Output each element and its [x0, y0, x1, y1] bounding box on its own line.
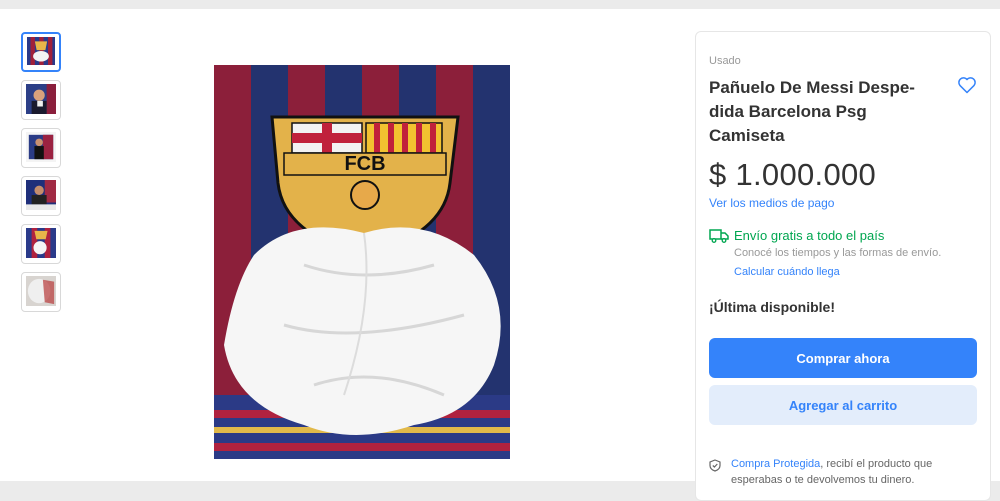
stock-status: ¡Última disponible! [709, 299, 835, 315]
truck-icon [709, 229, 729, 243]
favorite-heart-icon[interactable] [957, 75, 977, 95]
add-to-cart-button[interactable]: Agregar al carrito [709, 385, 977, 425]
tissue-closeup-photo-icon [26, 276, 56, 306]
product-title: Pañuelo De Messi Despe- dida Barcelona P… [709, 76, 934, 148]
payment-methods-link[interactable]: Ver los medios de pago [709, 196, 834, 210]
thumbnail-1[interactable] [21, 32, 61, 72]
item-condition: Usado [709, 55, 741, 67]
product-page: FCB S Usado Pañuelo De Messi Despe- dida… [0, 9, 1000, 501]
thumbnail-2[interactable] [21, 80, 61, 120]
title-line-2: dida Barcelona Psg [709, 102, 867, 121]
messi-podium-photo-icon [26, 132, 56, 162]
title-line-1: Pañuelo De Messi Despe- [709, 78, 915, 97]
free-shipping-text: Envío gratis a todo el país [734, 228, 885, 243]
messi-crying-photo-icon [26, 84, 56, 114]
crest-text: FCB [344, 153, 385, 175]
thumbnail-6[interactable] [21, 272, 61, 312]
messi-press-photo-icon [26, 180, 56, 210]
buy-now-button[interactable]: Comprar ahora [709, 338, 977, 378]
thumbnail-3[interactable] [21, 128, 61, 168]
buy-box: Usado Pañuelo De Messi Despe- dida Barce… [695, 31, 991, 501]
protected-purchase-link[interactable]: Compra Protegida [731, 458, 820, 470]
scarf-closeup-photo-icon [26, 228, 56, 258]
purchase-protection-text: Compra Protegida, recibí el producto que… [731, 456, 971, 488]
shipping-description: Conocé los tiempos y las formas de envío… [734, 247, 942, 259]
shield-icon [709, 459, 721, 472]
thumbnail-5[interactable] [21, 224, 61, 264]
calculate-delivery-link[interactable]: Calcular cuándo llega [734, 266, 840, 278]
thumbnail-4[interactable] [21, 176, 61, 216]
scarf-tissue-photo-icon [27, 37, 55, 65]
product-price: $ 1.000.000 [709, 157, 877, 192]
main-product-image[interactable]: FCB S [214, 65, 510, 459]
title-line-3: Camiseta [709, 126, 785, 145]
scarf-with-tissue-photo: FCB S [214, 65, 510, 459]
